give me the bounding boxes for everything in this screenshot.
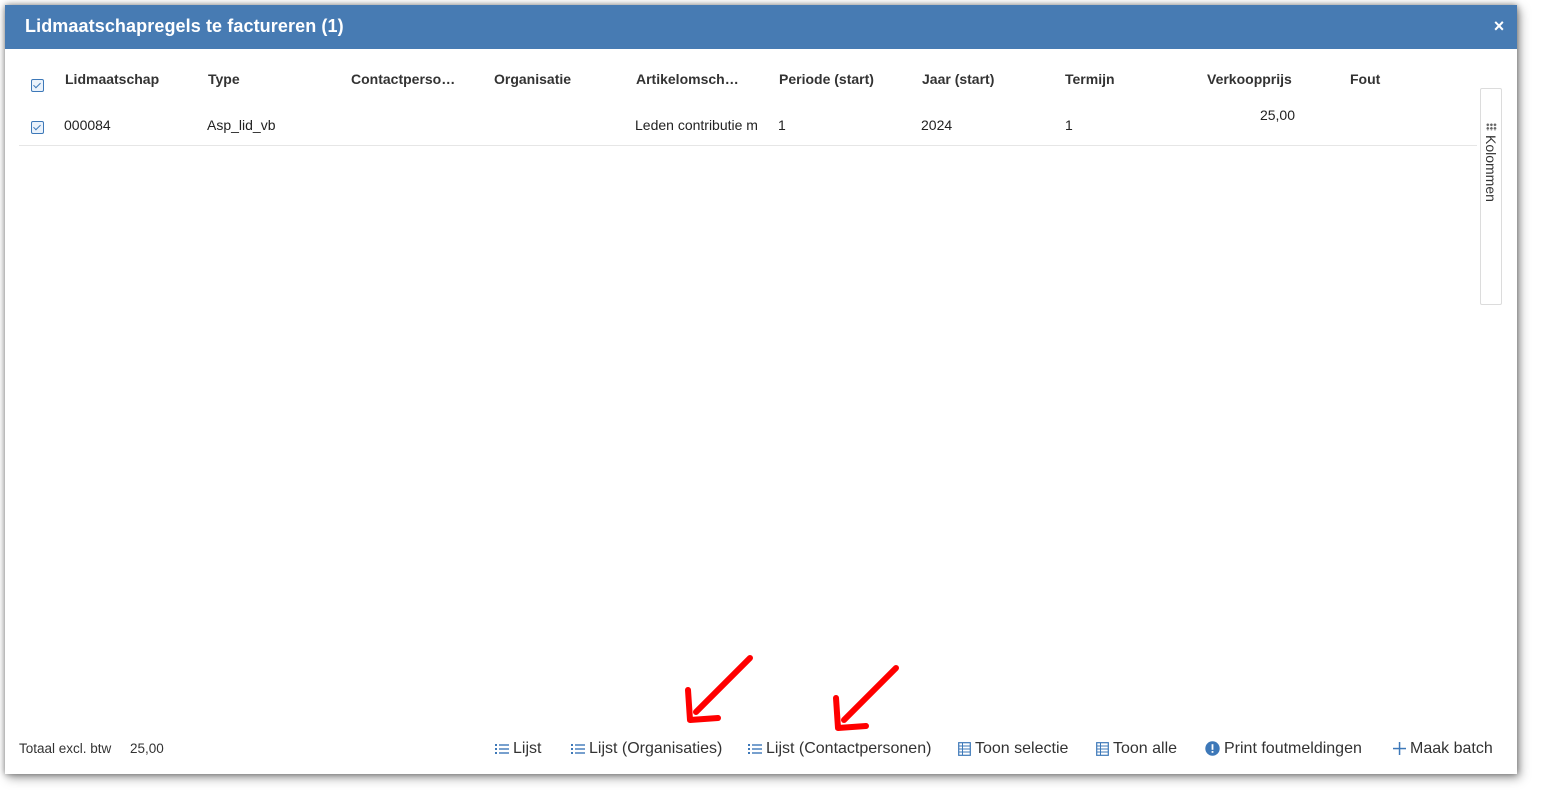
column-header-termijn[interactable]: Termijn (1065, 71, 1185, 87)
plus-icon (1393, 742, 1406, 756)
list-button[interactable]: Lijst (495, 740, 541, 758)
make-batch-button[interactable]: Maak batch (1393, 740, 1493, 758)
row-checkbox[interactable] (31, 121, 44, 134)
column-header-type[interactable]: Type (208, 71, 328, 87)
column-header-periode-start[interactable]: Periode (start) (779, 71, 909, 87)
column-header-verkoopprijs[interactable]: Verkoopprijs (1207, 71, 1327, 87)
grid-header: Lidmaatschap Type Contactperso… Organisa… (19, 57, 1477, 97)
dialog: Lidmaatschapregels te factureren (1) × L… (5, 5, 1517, 774)
column-header-fout[interactable]: Fout (1350, 71, 1470, 87)
close-icon[interactable]: × (1489, 15, 1509, 37)
column-header-organisatie[interactable]: Organisatie (494, 71, 614, 87)
list-contacts-button[interactable]: Lijst (Contactpersonen) (748, 740, 931, 758)
annotation-arrow-1 (685, 655, 753, 723)
column-header-jaar-start[interactable]: Jaar (start) (922, 71, 1042, 87)
show-selection-label: Toon selectie (975, 740, 1069, 757)
table-icon (1096, 741, 1109, 756)
total-value: 25,00 (130, 741, 164, 756)
cell-verkoopprijs: 25,00 (1259, 107, 1295, 123)
grid-dots-icon (1486, 123, 1497, 131)
total-label: Totaal excl. btw (19, 741, 112, 756)
make-batch-label: Maak batch (1410, 740, 1493, 757)
list-button-label: Lijst (513, 740, 542, 757)
cell-termijn: 1 (1065, 117, 1073, 133)
cell-lidmaatschap: 000084 (64, 117, 111, 133)
cell-periode: 1 (778, 117, 786, 133)
list-organisations-label: Lijst (Organisaties) (589, 740, 723, 757)
show-all-button[interactable]: Toon alle (1096, 740, 1177, 758)
column-header-lidmaatschap[interactable]: Lidmaatschap (65, 71, 185, 87)
columns-panel-label: Kolommen (1483, 135, 1499, 202)
show-all-label: Toon alle (1113, 740, 1178, 757)
column-header-artikelomschrijving[interactable]: Artikelomsch… (636, 71, 761, 87)
print-errors-label: Print foutmeldingen (1224, 740, 1362, 757)
list-organisations-button[interactable]: Lijst (Organisaties) (571, 740, 722, 758)
dialog-footer: Totaal excl. btw 25,00 Lijst Lijst (Orga… (5, 733, 1517, 763)
list-icon (748, 743, 762, 754)
cell-artikelomschrijving: Leden contributie m (635, 117, 758, 133)
cell-type: Asp_lid_vb (207, 117, 276, 133)
list-icon (571, 743, 585, 754)
cell-jaar: 2024 (921, 117, 953, 133)
table-icon (958, 741, 971, 756)
columns-panel-toggle[interactable]: Kolommen (1480, 88, 1502, 305)
list-contacts-label: Lijst (Contactpersonen) (766, 740, 932, 757)
select-all-checkbox[interactable] (31, 79, 44, 92)
dialog-titlebar: Lidmaatschapregels te factureren (1) × (5, 5, 1517, 49)
show-selection-button[interactable]: Toon selectie (958, 740, 1068, 758)
exclamation-circle-icon (1205, 741, 1220, 756)
print-errors-button[interactable]: Print foutmeldingen (1205, 740, 1362, 758)
list-icon (495, 743, 509, 754)
column-header-contactpersoon[interactable]: Contactperso… (351, 71, 476, 87)
annotation-arrow-2 (833, 665, 899, 731)
table-row[interactable]: 000084 Asp_lid_vb Leden contributie m 1 … (19, 101, 1477, 146)
dialog-title: Lidmaatschapregels te factureren (1) (25, 16, 344, 36)
